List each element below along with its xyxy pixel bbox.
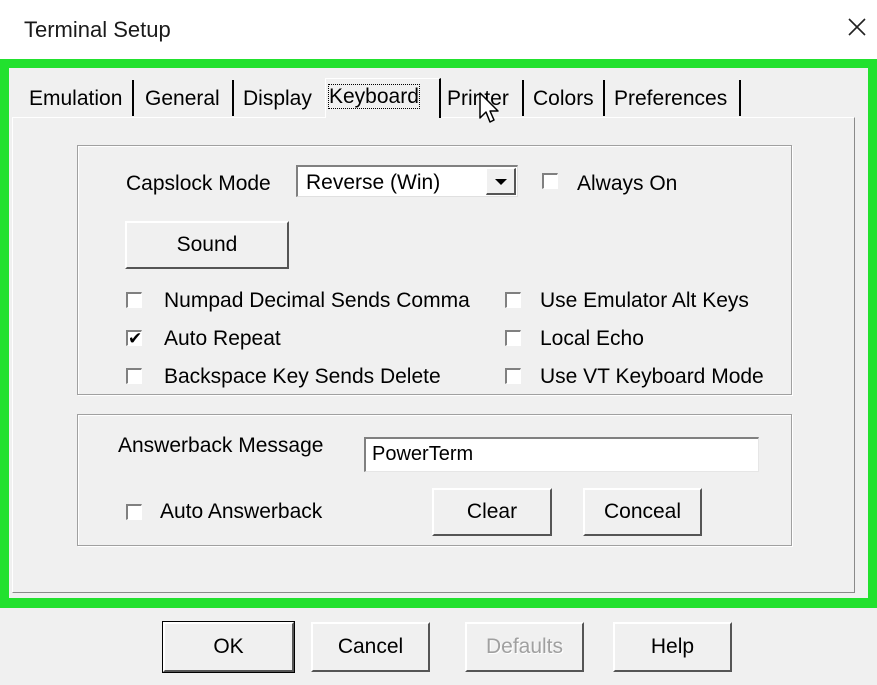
tab-separator: [522, 80, 524, 116]
cancel-button[interactable]: Cancel: [311, 622, 430, 672]
always-on-label[interactable]: Always On: [577, 172, 677, 196]
tab-colors[interactable]: Colors: [530, 84, 597, 114]
close-icon[interactable]: [844, 14, 870, 40]
tab-emulation[interactable]: Emulation: [26, 84, 125, 114]
chevron-down-icon: [495, 179, 507, 185]
emulator-alt-keys-checkbox[interactable]: [505, 292, 521, 308]
highlight-frame-top: [0, 59, 877, 68]
tab-separator: [132, 80, 134, 116]
auto-answerback-label[interactable]: Auto Answerback: [160, 500, 322, 524]
numpad-decimal-label[interactable]: Numpad Decimal Sends Comma: [164, 289, 470, 313]
local-echo-label[interactable]: Local Echo: [540, 327, 644, 351]
backspace-delete-label[interactable]: Backspace Key Sends Delete: [164, 365, 441, 389]
highlight-frame-left: [0, 59, 9, 608]
ok-button[interactable]: OK: [162, 621, 295, 673]
tab-separator: [739, 80, 741, 116]
tab-preferences[interactable]: Preferences: [611, 84, 730, 114]
window-title: Terminal Setup: [24, 17, 171, 42]
clear-button[interactable]: Clear: [432, 488, 552, 536]
defaults-button[interactable]: Defaults: [465, 622, 584, 672]
capslock-mode-select[interactable]: Reverse (Win): [296, 165, 518, 197]
highlight-frame-right: [868, 59, 877, 608]
sound-button[interactable]: Sound: [125, 221, 289, 269]
mouse-pointer-icon: [478, 91, 502, 132]
auto-repeat-label[interactable]: Auto Repeat: [164, 327, 281, 351]
vt-keyboard-mode-label[interactable]: Use VT Keyboard Mode: [540, 365, 764, 389]
tab-keyboard-label: Keyboard: [328, 84, 420, 109]
auto-answerback-checkbox[interactable]: [126, 504, 142, 520]
always-on-checkbox[interactable]: [542, 173, 558, 189]
auto-repeat-checkbox[interactable]: ✔: [126, 330, 142, 347]
highlight-frame-bottom: [0, 598, 877, 608]
numpad-decimal-checkbox[interactable]: [126, 292, 142, 308]
answerback-message-input[interactable]: PowerTerm: [364, 437, 759, 472]
local-echo-checkbox[interactable]: [505, 330, 521, 346]
emulator-alt-keys-label[interactable]: Use Emulator Alt Keys: [540, 289, 749, 313]
dropdown-button[interactable]: [486, 168, 516, 195]
answerback-message-label: Answerback Message: [118, 434, 324, 457]
vt-keyboard-mode-checkbox[interactable]: [505, 368, 521, 384]
tab-keyboard[interactable]: Keyboard: [325, 78, 441, 118]
capslock-mode-label: Capslock Mode: [126, 172, 271, 195]
conceal-button[interactable]: Conceal: [583, 488, 702, 536]
capslock-mode-value: Reverse (Win): [306, 171, 441, 194]
tab-separator: [232, 80, 234, 116]
tab-separator: [603, 80, 605, 116]
tab-general[interactable]: General: [142, 84, 223, 114]
tab-display[interactable]: Display: [240, 84, 315, 114]
help-button[interactable]: Help: [613, 622, 732, 672]
backspace-delete-checkbox[interactable]: [126, 368, 142, 384]
